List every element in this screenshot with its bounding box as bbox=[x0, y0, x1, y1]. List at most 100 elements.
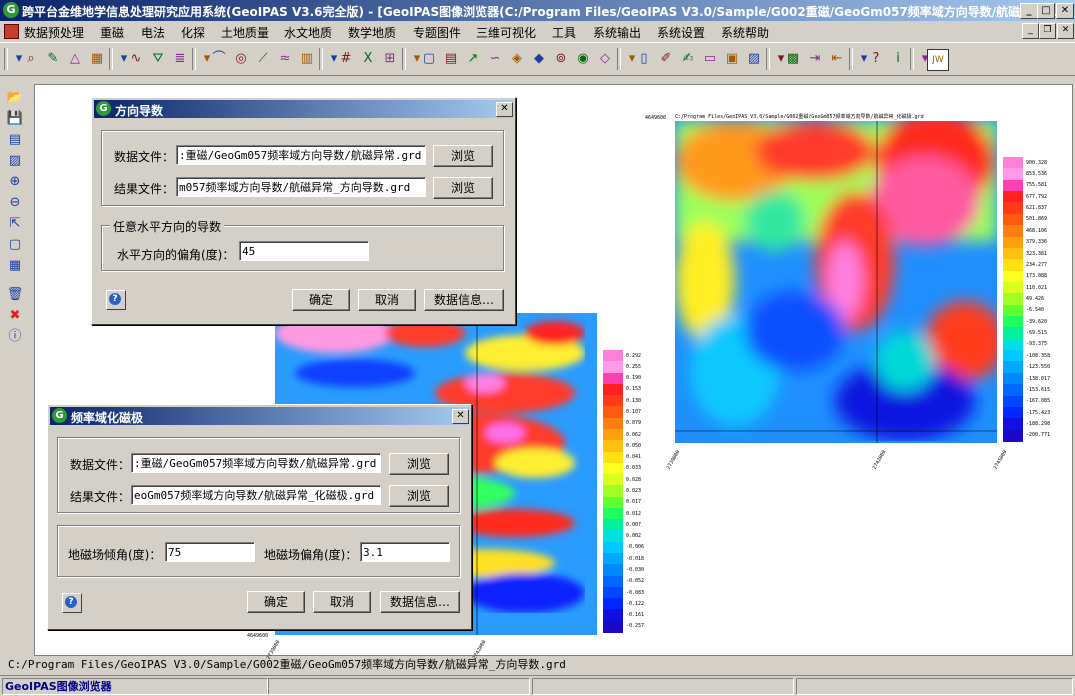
dialog2-ok-button[interactable]: 确定 bbox=[247, 591, 305, 613]
dialog1-data-browse-button[interactable]: 浏览 bbox=[433, 145, 493, 167]
reduction-to-pole-dialog[interactable]: G 频率域化磁极 ✕ 数据文件： :重磁/GeoGm057频率域方向导数/航磁异… bbox=[47, 404, 472, 630]
menu-data-preprocess[interactable]: 数据预处理 bbox=[24, 24, 84, 41]
book-icon[interactable]: ▭ bbox=[700, 49, 720, 69]
filter-icon[interactable]: ⛛ bbox=[148, 49, 168, 69]
profile-icon[interactable]: ⌒ bbox=[209, 49, 229, 69]
dialog1-data-info-button[interactable]: 数据信息… bbox=[424, 289, 504, 311]
line-chart-icon[interactable]: ↗ bbox=[463, 49, 483, 69]
save-icon[interactable]: 💾 bbox=[5, 109, 25, 129]
help-icon[interactable]: ? bbox=[866, 49, 886, 69]
close-red-icon[interactable]: ✖ bbox=[5, 306, 25, 326]
jw-icon[interactable]: JW bbox=[927, 49, 949, 71]
menu-system-output[interactable]: 系统输出 bbox=[593, 24, 641, 41]
menu-hydrogeology[interactable]: 水文地质 bbox=[284, 24, 332, 41]
menu-gravity-magnetic[interactable]: 重磁 bbox=[100, 24, 124, 41]
layers-icon[interactable]: ≣ bbox=[170, 49, 190, 69]
menu-tools[interactable]: 工具 bbox=[552, 24, 576, 41]
dialog2-help-button[interactable]: ? bbox=[62, 593, 82, 613]
close-button[interactable]: ✕ bbox=[1056, 3, 1074, 19]
info-icon[interactable]: ⓘ bbox=[5, 327, 25, 347]
dialog1-help-button[interactable]: ? bbox=[106, 290, 126, 310]
image-icon[interactable]: ▨ bbox=[5, 151, 25, 171]
triangle-icon[interactable]: △ bbox=[65, 49, 85, 69]
slope-icon[interactable]: ⟋ bbox=[253, 49, 273, 69]
document-icon[interactable] bbox=[4, 24, 19, 39]
curve-icon[interactable]: ∿ bbox=[126, 49, 146, 69]
numbers-icon[interactable]: # bbox=[336, 49, 356, 69]
dialog1-result-browse-button[interactable]: 浏览 bbox=[433, 177, 493, 199]
dialog2-data-browse-button[interactable]: 浏览 bbox=[389, 453, 449, 475]
wave2-icon[interactable]: ∽ bbox=[485, 49, 505, 69]
dialog2-close-button[interactable]: ✕ bbox=[452, 409, 469, 424]
image-icon[interactable]: ▨ bbox=[744, 49, 764, 69]
open-icon[interactable]: 📂 bbox=[5, 88, 25, 108]
delete-icon[interactable]: 🗑 bbox=[5, 285, 25, 305]
document-icon[interactable]: ▯ bbox=[634, 49, 654, 69]
menu-electric[interactable]: 电法 bbox=[141, 24, 165, 41]
full-extent-icon[interactable]: ▢ bbox=[5, 235, 25, 255]
dialog2-title-bar[interactable]: G 频率域化磁极 ✕ bbox=[50, 407, 469, 425]
mdi-close-button[interactable]: ✕ bbox=[1057, 23, 1074, 39]
dialog1-result-file-input[interactable]: m057频率域方向导数/航磁异常_方向导数.grd bbox=[176, 177, 426, 197]
menu-system-settings[interactable]: 系统设置 bbox=[657, 24, 705, 41]
dialog1-close-button[interactable]: ✕ bbox=[496, 102, 513, 117]
dialog1-data-file-input[interactable]: :重磁/GeoGm057频率域方向导数/航磁异常.grd bbox=[176, 145, 426, 165]
contour-icon[interactable]: ◎ bbox=[231, 49, 251, 69]
plot-icon[interactable]: ⊞ bbox=[380, 49, 400, 69]
menu-3d-visualization[interactable]: 三维可视化 bbox=[476, 24, 536, 41]
edit2-icon[interactable]: ✍ bbox=[678, 49, 698, 69]
large-legend-swatch bbox=[1003, 157, 1023, 169]
target-icon[interactable]: ◉ bbox=[573, 49, 593, 69]
tile-icon[interactable]: ▦ bbox=[5, 256, 25, 276]
export-icon[interactable]: ⇥ bbox=[805, 49, 825, 69]
table-icon[interactable]: ▤ bbox=[441, 49, 461, 69]
directional-derivative-dialog[interactable]: G 方向导数 ✕ 数据文件： :重磁/GeoGm057频率域方向导数/航磁异常.… bbox=[91, 97, 516, 325]
color2-icon[interactable]: ◇ bbox=[595, 49, 615, 69]
zoom-in-icon[interactable]: ⊕ bbox=[5, 172, 25, 192]
dialog2-cancel-button[interactable]: 取消 bbox=[313, 591, 371, 613]
frame-icon[interactable]: ▢ bbox=[419, 49, 439, 69]
toolbar-separator bbox=[192, 48, 196, 70]
help-icon: ? bbox=[109, 293, 121, 305]
x-icon[interactable]: X bbox=[358, 49, 378, 69]
small-legend-label: 0.153 bbox=[626, 386, 642, 393]
zoom-in-icon[interactable]: ⌕ bbox=[21, 49, 41, 69]
color-icon[interactable]: ◆ bbox=[529, 49, 549, 69]
photo-icon[interactable]: ▣ bbox=[722, 49, 742, 69]
info-icon[interactable]: i bbox=[888, 49, 908, 69]
palette-icon[interactable]: ◈ bbox=[507, 49, 527, 69]
dialog2-declination-input[interactable]: 3.1 bbox=[360, 542, 450, 562]
menu-land-quality[interactable]: 土地质量 bbox=[221, 24, 269, 41]
minimize-button[interactable]: _ bbox=[1020, 3, 1038, 19]
small-legend-label: 0.079 bbox=[626, 420, 642, 427]
fit-icon[interactable]: ⇱ bbox=[5, 214, 25, 234]
import-icon[interactable]: ⇤ bbox=[827, 49, 847, 69]
dialog1-angle-input[interactable]: 45 bbox=[239, 241, 369, 261]
circles-icon[interactable]: ⊚ bbox=[551, 49, 571, 69]
print-icon[interactable]: ▤ bbox=[5, 130, 25, 150]
grid-icon[interactable]: ▦ bbox=[87, 49, 107, 69]
menu-system-help[interactable]: 系统帮助 bbox=[721, 24, 769, 41]
dialog2-result-browse-button[interactable]: 浏览 bbox=[389, 485, 449, 507]
zoom-out-icon[interactable]: ⊖ bbox=[5, 193, 25, 213]
menu-math-geology[interactable]: 数学地质 bbox=[348, 24, 396, 41]
mdi-minimize-button[interactable]: _ bbox=[1022, 23, 1039, 39]
histogram-icon[interactable]: ▥ bbox=[297, 49, 317, 69]
dialog2-data-file-input[interactable]: :重磁/GeoGm057频率域方向导数/航磁异常.grd bbox=[131, 453, 381, 473]
menu-thematic-maps[interactable]: 专题图件 bbox=[413, 24, 461, 41]
app-title-bar[interactable]: G 跨平台金维地学信息处理研究应用系统(GeoIPAS V3.6完全版) - [… bbox=[0, 0, 1075, 21]
mdi-restore-button[interactable]: ❐ bbox=[1039, 23, 1056, 39]
dialog1-cancel-button[interactable]: 取消 bbox=[358, 289, 416, 311]
edit-icon[interactable]: ✎ bbox=[43, 49, 63, 69]
draw-icon[interactable]: ✐ bbox=[656, 49, 676, 69]
dialog2-data-info-button[interactable]: 数据信息… bbox=[380, 591, 460, 613]
dialog2-inclination-input[interactable]: 75 bbox=[165, 542, 255, 562]
menu-geochem[interactable]: 化探 bbox=[181, 24, 205, 41]
mosaic-icon[interactable]: ▩ bbox=[783, 49, 803, 69]
wave-icon[interactable]: ≈ bbox=[275, 49, 295, 69]
dialog1-ok-button[interactable]: 确定 bbox=[292, 289, 350, 311]
dialog2-result-file-input[interactable]: eoGm057频率域方向导数/航磁异常_化磁极.grd bbox=[131, 485, 381, 505]
large-contour-map[interactable] bbox=[675, 121, 997, 443]
dialog1-title-bar[interactable]: G 方向导数 ✕ bbox=[94, 100, 513, 118]
maximize-button[interactable]: □ bbox=[1037, 3, 1055, 19]
